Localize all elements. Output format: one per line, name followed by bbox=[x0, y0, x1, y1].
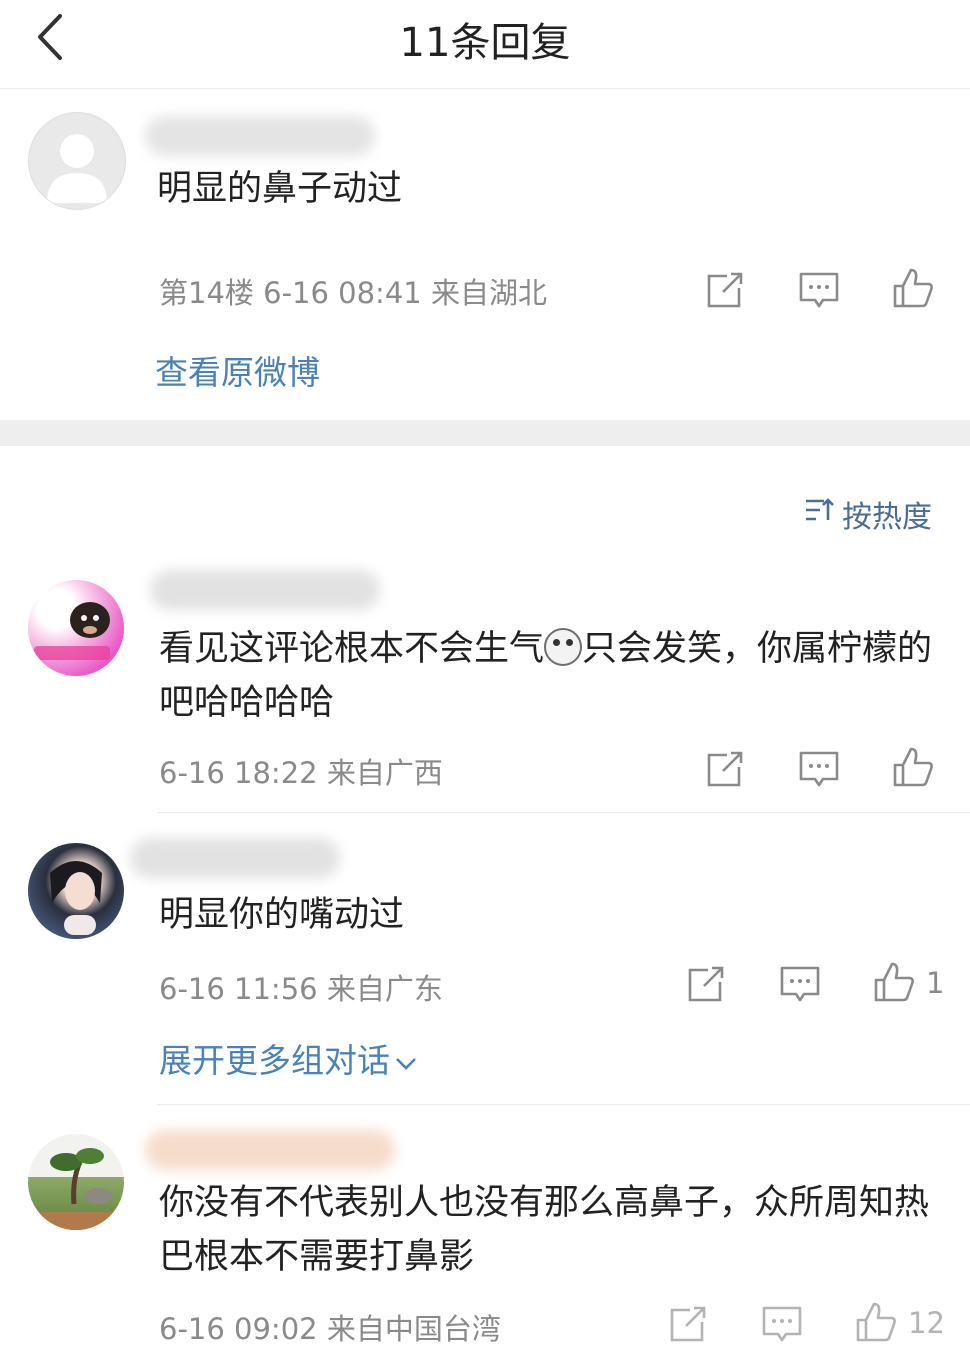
expand-more-conversation-link[interactable]: 展开更多组对话 bbox=[159, 1034, 418, 1082]
reply-meta: 6-16 11:56 来自广东 bbox=[159, 972, 443, 1006]
comment-icon[interactable] bbox=[778, 962, 822, 1006]
reply-meta: 6-16 09:02 来自中国台湾 bbox=[159, 1312, 501, 1346]
avatar[interactable] bbox=[28, 580, 124, 676]
share-icon[interactable] bbox=[703, 747, 747, 791]
comment-text: 明显的鼻子动过 bbox=[157, 169, 403, 209]
divider bbox=[157, 812, 970, 813]
chevron-down-icon bbox=[396, 1058, 416, 1070]
username-blurred[interactable] bbox=[145, 1130, 395, 1170]
view-original-weibo-link[interactable]: 查看原微博 bbox=[155, 346, 320, 394]
share-icon[interactable] bbox=[703, 268, 747, 312]
sort-icon bbox=[804, 496, 836, 532]
sort-label: 按热度 bbox=[842, 500, 932, 535]
username-blurred[interactable] bbox=[130, 838, 340, 878]
like-count: 1 bbox=[926, 966, 945, 1000]
reply-text: 你没有不代表别人也没有那么高鼻子，众所周知热巴根本不需要打鼻影 bbox=[159, 1183, 930, 1277]
laughing-emoji-icon bbox=[544, 628, 583, 666]
username-blurred[interactable] bbox=[145, 116, 375, 156]
avatar[interactable] bbox=[28, 1134, 124, 1230]
divider bbox=[157, 1104, 970, 1105]
comment-icon[interactable] bbox=[797, 747, 841, 791]
username-blurred[interactable] bbox=[150, 570, 380, 610]
share-icon[interactable] bbox=[684, 962, 728, 1006]
reply-text-part: 看见这评论根本不会生气 bbox=[159, 629, 545, 669]
section-separator bbox=[0, 420, 970, 446]
avatar[interactable] bbox=[28, 843, 124, 939]
comment-meta: 第14楼 6-16 08:41 来自湖北 bbox=[159, 276, 547, 310]
like-icon[interactable] bbox=[872, 960, 916, 1004]
reply-text: 明显你的嘴动过 bbox=[159, 895, 405, 935]
watermark-overlay bbox=[660, 1296, 970, 1372]
reply-meta: 6-16 18:22 来自广西 bbox=[159, 756, 443, 790]
avatar[interactable] bbox=[28, 112, 126, 210]
page-title: 11条回复 bbox=[399, 20, 571, 66]
expand-label: 展开更多组对话 bbox=[159, 1041, 390, 1080]
like-icon[interactable] bbox=[891, 745, 935, 789]
reply-text: 看见这评论根本不会生气 只会发笑，你属柠檬的吧哈哈哈哈 bbox=[159, 622, 939, 730]
comment-icon[interactable] bbox=[797, 268, 841, 312]
header: 11条回复 bbox=[0, 0, 970, 89]
sort-by-heat-button[interactable]: 按热度 bbox=[804, 492, 932, 536]
like-icon[interactable] bbox=[891, 266, 935, 310]
